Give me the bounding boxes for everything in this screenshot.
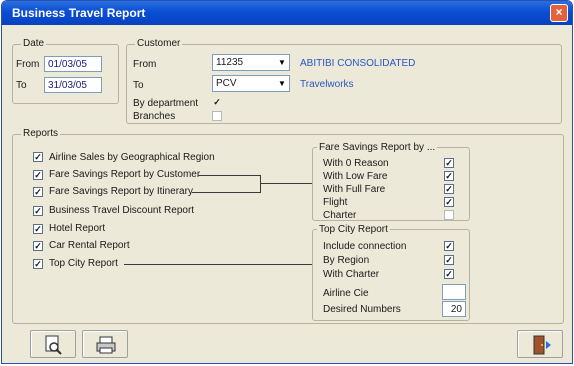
customer-to-value: PCV [216, 78, 237, 89]
customer-group-label: Customer [135, 38, 183, 49]
date-from-label: From [16, 59, 40, 70]
date-to-input[interactable]: 31/03/05 [44, 77, 102, 93]
date-group: Date [12, 38, 119, 104]
top-city-options-label: Top City Report [317, 224, 390, 235]
fare-option-label: With Full Fare [323, 184, 386, 195]
connector-line [260, 183, 312, 184]
date-from-input[interactable]: 01/03/05 [44, 56, 102, 72]
connector-line [198, 175, 260, 176]
customer-from-label: From [133, 59, 157, 70]
chevron-down-icon[interactable]: ▼ [276, 56, 288, 69]
fare-option-checkbox-charter[interactable] [444, 210, 454, 220]
branches-label: Branches [133, 111, 176, 122]
desired-numbers-label: Desired Numbers [323, 304, 401, 315]
report-checkbox-car-rental[interactable]: ✓ [33, 241, 43, 251]
connector-line [260, 175, 261, 193]
print-preview-icon [45, 335, 62, 355]
fare-option-label: With Low Fare [323, 171, 388, 182]
exit-door-icon [533, 335, 551, 355]
report-label-business-travel-discount: Business Travel Discount Report [49, 205, 195, 216]
report-checkbox-fare-savings-customer[interactable]: ✓ [33, 170, 43, 180]
report-label-fare-savings-itinerary: Fare Savings Report by Itinerary [49, 186, 193, 197]
report-checkbox-fare-savings-itinerary[interactable]: ✓ [33, 187, 43, 197]
customer-to-name: Travelworks [300, 79, 354, 90]
fare-option-label: With 0 Reason [323, 158, 389, 169]
connector-line [124, 264, 312, 265]
print-preview-button[interactable] [30, 330, 76, 358]
customer-to-label: To [133, 80, 144, 91]
print-button[interactable] [82, 330, 128, 358]
report-label-car-rental: Car Rental Report [49, 240, 130, 251]
connector-line [192, 192, 260, 193]
airline-cie-label: Airline Cie [323, 288, 369, 299]
top-city-option-label: With Charter [323, 269, 380, 280]
fare-option-label: Charter [323, 210, 357, 221]
fare-option-checkbox-full-fare[interactable]: ✓ [444, 184, 454, 194]
fare-option-checkbox-0-reason[interactable]: ✓ [444, 158, 454, 168]
customer-from-name: ABITIBI CONSOLIDATED [300, 58, 416, 69]
airline-cie-input[interactable] [442, 284, 466, 300]
report-label-hotel: Hotel Report [49, 223, 106, 234]
desired-numbers-input[interactable]: 20 [442, 301, 466, 317]
by-department-checkbox[interactable]: ✓ [212, 98, 222, 108]
report-label-fare-savings-customer: Fare Savings Report by Customer [49, 169, 201, 180]
customer-from-select[interactable]: 11235 ▼ [212, 54, 290, 71]
date-group-label: Date [21, 38, 47, 49]
title-bar: Business Travel Report × [2, 1, 572, 25]
report-checkbox-hotel[interactable]: ✓ [33, 224, 43, 234]
branches-checkbox[interactable] [212, 111, 222, 121]
top-city-checkbox-with-charter[interactable]: ✓ [444, 269, 454, 279]
window-title: Business Travel Report [12, 6, 146, 20]
fare-option-label: Flight [323, 197, 348, 208]
report-checkbox-top-city[interactable]: ✓ [33, 259, 43, 269]
printer-icon [96, 336, 116, 354]
exit-button[interactable] [517, 330, 563, 358]
fare-option-checkbox-low-fare[interactable]: ✓ [444, 171, 454, 181]
fare-savings-options-label: Fare Savings Report by ... [317, 142, 438, 153]
fare-option-checkbox-flight[interactable]: ✓ [444, 197, 454, 207]
report-label-airline-sales: Airline Sales by Geographical Region [49, 152, 215, 163]
customer-from-value: 11235 [216, 57, 244, 68]
top-city-option-label: Include connection [323, 241, 407, 252]
report-label-top-city: Top City Report [49, 258, 118, 269]
by-department-label: By department [133, 98, 199, 109]
report-checkbox-business-travel-discount[interactable]: ✓ [33, 206, 43, 216]
business-travel-report-window: Business Travel Report × Date From 01/03… [1, 0, 573, 364]
report-checkbox-airline-sales[interactable]: ✓ [33, 152, 43, 162]
top-city-checkbox-include-connection[interactable]: ✓ [444, 241, 454, 251]
top-city-checkbox-by-region[interactable]: ✓ [444, 255, 454, 265]
customer-to-select[interactable]: PCV ▼ [212, 75, 290, 92]
close-icon: × [555, 5, 563, 19]
chevron-down-icon[interactable]: ▼ [276, 77, 288, 90]
top-city-option-label: By Region [323, 255, 370, 266]
reports-group-label: Reports [21, 128, 61, 139]
date-to-label: To [16, 80, 27, 91]
close-button[interactable]: × [550, 4, 568, 22]
